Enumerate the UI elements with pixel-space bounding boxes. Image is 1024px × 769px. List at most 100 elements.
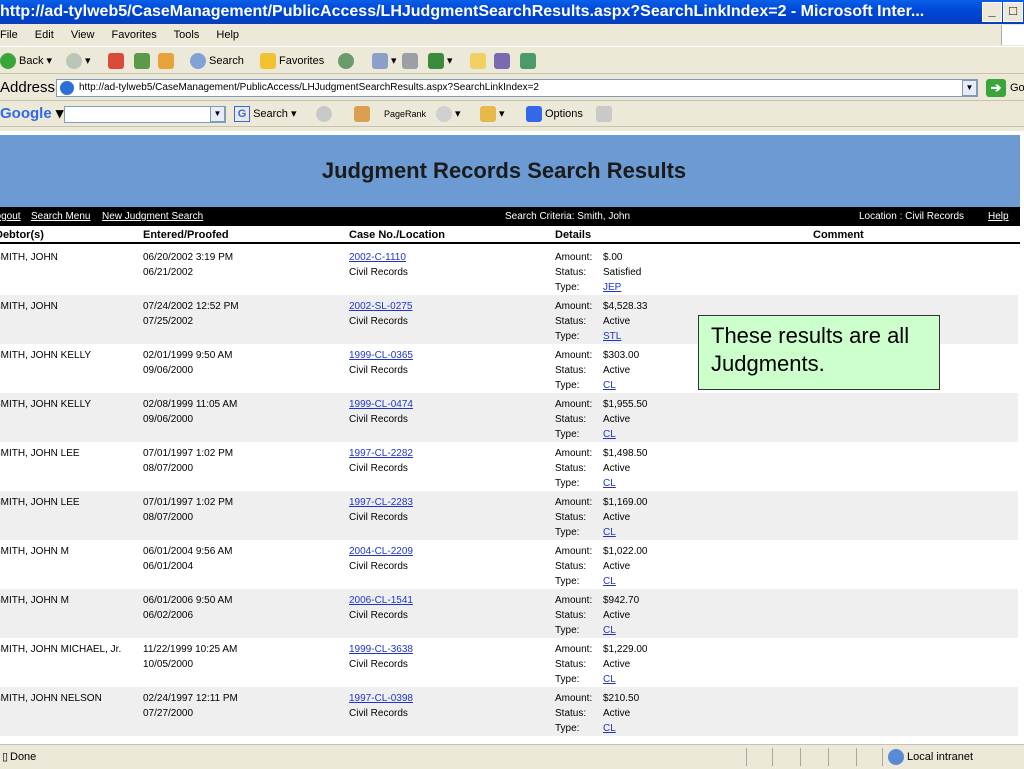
status-label: Status: [555,267,587,278]
case-location: 1999-CL-0474 Civil Records [349,397,413,427]
menu-file[interactable]: File [0,29,18,41]
back-button[interactable]: Back ▾ [0,47,52,75]
amount-value: $4,528.33 [603,301,648,312]
status-label: Status: [555,610,587,621]
search-criteria: Search Criteria: Smith, John [505,211,631,222]
google-search-button[interactable]: G Search ▾ [234,101,297,127]
logout-link[interactable]: Logout [0,207,21,226]
google-search-input[interactable] [64,106,226,123]
search-site-button[interactable] [316,101,335,127]
forward-button[interactable]: ▾ [66,47,91,75]
google-search-dropdown[interactable]: ▼ [210,106,225,122]
history-button[interactable] [338,47,357,75]
amount-value: $.00 [603,252,623,263]
minimize-button[interactable]: _ [982,2,1002,22]
case-location-text: Civil Records [349,708,408,719]
case-number-link[interactable]: 1999-CL-0474 [349,397,413,412]
go-button[interactable]: Go [1010,75,1024,101]
folder-up-icon [480,106,496,123]
entered-proofed: 07/01/1997 1:02 PM 08/07/2000 [143,446,233,476]
google-logo[interactable]: Google ▾ [0,101,63,127]
highlight-button[interactable] [596,101,615,127]
home-icon [158,53,174,70]
case-location: 2002-C-1110 Civil Records [349,250,408,280]
discuss-button[interactable] [470,47,489,75]
go-arrow-icon[interactable]: ➔ [986,79,1006,97]
location-label: Location : Civil Records [859,211,965,222]
status-label: Status: [555,365,587,376]
case-number-link[interactable]: 1999-CL-0365 [349,348,413,363]
type-label: Type: [555,723,580,734]
details: Amount: $1,955.50 Status: Active Type: CL [555,397,648,442]
debtor-name: SMITH, JOHN KELLY [0,399,92,410]
menu-view[interactable]: View [71,29,95,41]
type-link[interactable]: JEP [603,282,621,293]
case-location-text: Civil Records [349,414,408,425]
proofed-date: 07/25/2002 [143,316,194,327]
case-number-link[interactable]: 1999-CL-3638 [349,642,413,657]
options-button[interactable]: Options [526,101,583,127]
mail-button[interactable]: ▾ [372,47,397,75]
edit-button[interactable]: ▾ [428,47,453,75]
status-value: Active [603,708,631,719]
menu-help[interactable]: Help [216,29,239,41]
case-number-link[interactable]: 2002-SL-0275 [349,299,412,314]
type-link[interactable]: CL [603,478,616,489]
type-link[interactable]: CL [603,625,616,636]
print-button[interactable] [402,47,421,75]
search-menu-link[interactable]: Search Menu [31,207,90,226]
case-number-link[interactable]: 2004-CL-2209 [349,544,413,559]
case-number-link[interactable]: 2006-CL-1541 [349,593,413,608]
type-link[interactable]: CL [603,527,616,538]
details: Amount: $4,528.33 Status: Active Type: STL [555,299,648,344]
research-button[interactable] [494,47,513,75]
search-button[interactable]: Search [190,47,244,75]
maximize-button[interactable]: □ [1003,2,1023,22]
entered-proofed: 02/01/1999 9:50 AM 09/06/2000 [143,348,233,378]
case-number-link[interactable]: 1997-CL-2283 [349,495,413,510]
favorites-button[interactable]: Favorites [260,47,324,75]
pagerank-info-button[interactable]: ▾ [436,101,461,127]
messenger-button[interactable] [520,47,539,75]
status-label: Status: [555,316,587,327]
case-number-link[interactable]: 1997-CL-0398 [349,691,413,706]
address-bar: Address http://ad-tylweb5/CaseManagement… [0,75,1024,101]
type-link[interactable]: CL [603,576,616,587]
type-link[interactable]: CL [603,429,616,440]
amount-value: $1,498.50 [603,448,648,459]
up-button[interactable]: ▾ [480,101,505,127]
history-icon [338,53,354,70]
col-comment-header: Comment [813,229,864,241]
type-link[interactable]: CL [603,380,616,391]
new-judgment-search-link[interactable]: New Judgment Search [102,207,203,226]
type-link[interactable]: CL [603,723,616,734]
menu-tools[interactable]: Tools [174,29,200,41]
stop-button[interactable] [108,47,127,75]
type-link[interactable]: STL [603,331,621,342]
status-value: Active [603,463,631,474]
case-location: 2002-SL-0275 Civil Records [349,299,412,329]
home-button[interactable] [158,47,177,75]
type-link[interactable]: CL [603,674,616,685]
window-title-bar[interactable]: http://ad-tylweb5/CaseManagement/PublicA… [0,0,1024,24]
table-row: SMITH, JOHN NELSON 02/24/1997 12:11 PM 07/… [0,687,1018,736]
case-number-link[interactable]: 2002-C-1110 [349,250,408,265]
status-divider [882,748,883,766]
proofed-date: 10/05/2000 [143,659,194,670]
pagerank-indicator[interactable]: PageRank [384,101,426,127]
table-row: SMITH, JOHN LEE 07/01/1997 1:02 PM 08/07/2… [0,491,1018,540]
address-input[interactable]: http://ad-tylweb5/CaseManagement/PublicA… [56,79,978,97]
menu-favorites[interactable]: Favorites [112,29,157,41]
refresh-button[interactable] [134,47,153,75]
entered-date: 07/24/2002 12:52 PM [143,301,239,312]
address-dropdown-button[interactable]: ▼ [962,80,977,96]
menu-edit[interactable]: Edit [35,29,54,41]
zone-indicator[interactable]: Local intranet [888,745,973,769]
help-link[interactable]: Help [988,207,1009,226]
table-row: SMITH, JOHN M 06/01/2004 9:56 AM 06/01/200… [0,540,1018,589]
table-row: SMITH, JOHN MICHAEL, Jr. 11/22/1999 10:25… [0,638,1018,687]
popup-blocker-button[interactable] [354,101,373,127]
case-number-link[interactable]: 1997-CL-2282 [349,446,413,461]
google-toolbar: Google ▾ ▼ G Search ▾ PageRank ▾ ▾ Optio… [0,101,1024,127]
status-divider [828,748,829,766]
